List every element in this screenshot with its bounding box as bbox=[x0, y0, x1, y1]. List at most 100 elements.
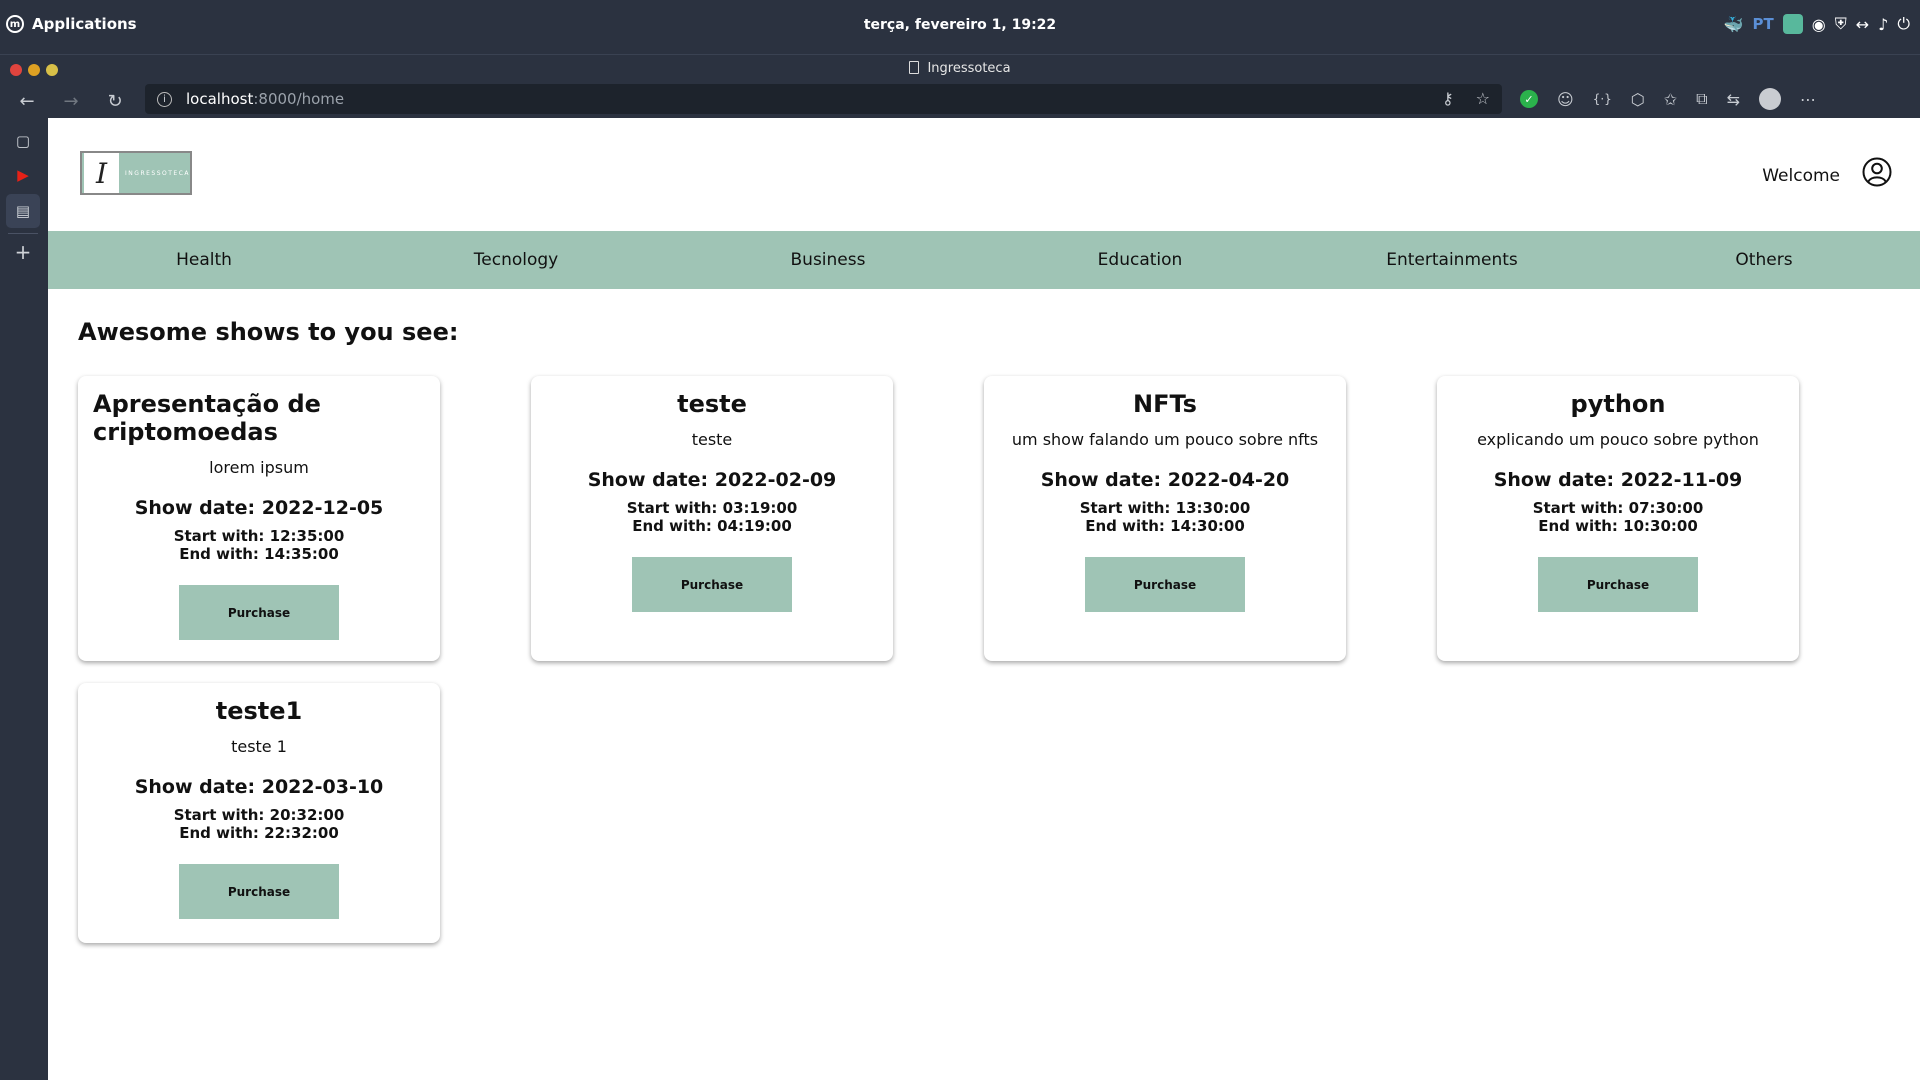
category-tecnology[interactable]: Tecnology bbox=[360, 231, 672, 289]
show-card: NFTs um show falando um pouco sobre nfts… bbox=[984, 376, 1346, 661]
add-favorite-icon[interactable]: ☆ bbox=[1476, 89, 1490, 108]
extensions-puzzle-icon[interactable]: ⬡ bbox=[1631, 90, 1645, 109]
show-times: Start with: 12:35:00 End with: 14:35:00 bbox=[78, 527, 440, 563]
show-end-time: End with: 14:35:00 bbox=[179, 545, 339, 563]
show-times: Start with: 07:30:00 End with: 10:30:00 bbox=[1437, 499, 1799, 535]
applications-label: Applications bbox=[32, 15, 137, 33]
os-clock[interactable]: terça, fevereiro 1, 19:22 bbox=[0, 17, 1920, 33]
logo-wordmark: INGRESSOTECA bbox=[125, 169, 190, 177]
back-button[interactable]: ← bbox=[14, 88, 40, 114]
purchase-button[interactable]: Purchase bbox=[179, 864, 339, 919]
vpn-shield-icon[interactable]: ⛨ bbox=[1835, 14, 1847, 34]
power-icon[interactable]: ⏻ bbox=[1897, 14, 1910, 34]
show-title: NFTs bbox=[1133, 390, 1197, 418]
category-business[interactable]: Business bbox=[672, 231, 984, 289]
extension-face-icon[interactable]: ☺ bbox=[1557, 90, 1574, 109]
browser-sidebar: ▢ ▶ ▤ + bbox=[0, 118, 48, 1080]
show-times: Start with: 13:30:00 End with: 14:30:00 bbox=[984, 499, 1346, 535]
page-viewport: I INGRESSOTECA Welcome Health Tecnology … bbox=[48, 118, 1920, 1080]
show-title: python bbox=[1570, 390, 1666, 418]
show-end-time: End with: 04:19:00 bbox=[632, 517, 792, 535]
show-start-time: Start with: 12:35:00 bbox=[173, 527, 345, 545]
add-sidebar-icon[interactable]: + bbox=[12, 240, 34, 264]
extension-toolbar: ✓ ☺ {·} ⬡ ✩ ⧉ ⇆ ⋯ bbox=[1520, 88, 1816, 110]
extension-brackets-icon[interactable]: {·} bbox=[1593, 92, 1612, 106]
youtube-icon[interactable]: ▶ bbox=[12, 164, 34, 186]
purchase-button[interactable]: Purchase bbox=[1085, 557, 1245, 612]
user-account-icon[interactable] bbox=[1862, 157, 1892, 187]
show-date: Show date: 2022-03-10 bbox=[134, 776, 384, 798]
applications-menu[interactable]: m Applications bbox=[6, 15, 137, 33]
show-card: Apresentação de criptomoedas lorem ipsum… bbox=[78, 376, 440, 661]
show-date: Show date: 2022-11-09 bbox=[1493, 469, 1743, 491]
section-title: Awesome shows to you see: bbox=[78, 318, 459, 346]
category-entertainments[interactable]: Entertainments bbox=[1296, 231, 1608, 289]
url-path: :8000/home bbox=[253, 90, 345, 108]
show-card: python explicando um pouco sobre python … bbox=[1437, 376, 1799, 661]
show-start-time: Start with: 03:19:00 bbox=[626, 499, 798, 517]
profile-avatar[interactable] bbox=[1759, 88, 1781, 110]
show-start-time: Start with: 13:30:00 bbox=[1079, 499, 1251, 517]
show-description: explicando um pouco sobre python bbox=[1477, 430, 1759, 449]
show-description: teste 1 bbox=[231, 737, 287, 756]
site-header: I INGRESSOTECA Welcome bbox=[48, 118, 1920, 230]
category-education[interactable]: Education bbox=[984, 231, 1296, 289]
site-info-icon[interactable]: i bbox=[157, 91, 172, 107]
reload-button[interactable]: ↻ bbox=[102, 88, 128, 114]
welcome-text: Welcome bbox=[1762, 166, 1840, 186]
show-title: teste1 bbox=[215, 697, 303, 725]
os-logo-icon: m bbox=[6, 15, 24, 33]
music-icon[interactable]: ♪ bbox=[1878, 15, 1888, 34]
show-description: um show falando um pouco sobre nfts bbox=[1011, 430, 1319, 449]
show-end-time: End with: 22:32:00 bbox=[179, 824, 339, 842]
discord-icon[interactable]: ◉ bbox=[1812, 15, 1826, 34]
forward-button[interactable]: → bbox=[58, 88, 84, 114]
keyboard-layout-indicator[interactable]: PT bbox=[1753, 15, 1774, 33]
show-start-time: Start with: 20:32:00 bbox=[173, 806, 345, 824]
favorites-icon[interactable]: ✩ bbox=[1664, 90, 1677, 109]
purchase-button[interactable]: Purchase bbox=[632, 557, 792, 612]
tab-title: Ingressoteca bbox=[927, 61, 1011, 76]
category-others[interactable]: Others bbox=[1608, 231, 1920, 289]
site-logo[interactable]: I INGRESSOTECA bbox=[80, 151, 192, 195]
show-times: Start with: 03:19:00 End with: 04:19:00 bbox=[531, 499, 893, 535]
show-title: teste bbox=[677, 390, 747, 418]
show-end-time: End with: 14:30:00 bbox=[1085, 517, 1245, 535]
key-icon[interactable]: ⚷ bbox=[1442, 89, 1454, 108]
browser-toolbar: ← → ↻ i localhost:8000/home ⚷ ☆ ✓ ☺ {·} … bbox=[0, 84, 1920, 118]
browser-tab-strip: Ingressoteca bbox=[0, 54, 1920, 84]
docker-icon[interactable]: 🐳 bbox=[1724, 15, 1744, 34]
sidebar-divider bbox=[8, 233, 38, 234]
show-date: Show date: 2022-02-09 bbox=[587, 469, 837, 491]
page-document-icon bbox=[909, 61, 920, 74]
purchase-button[interactable]: Purchase bbox=[179, 585, 339, 640]
show-title: Apresentação de criptomoedas bbox=[93, 390, 321, 446]
show-start-time: Start with: 07:30:00 bbox=[1532, 499, 1704, 517]
security-check-extension-icon[interactable]: ✓ bbox=[1520, 90, 1538, 108]
collections-icon[interactable]: ⧉ bbox=[1696, 89, 1707, 109]
show-date: Show date: 2022-04-20 bbox=[1040, 469, 1290, 491]
show-description: lorem ipsum bbox=[209, 458, 309, 477]
show-end-time: End with: 10:30:00 bbox=[1538, 517, 1698, 535]
address-bar-actions: ⚷ ☆ bbox=[1442, 89, 1490, 108]
show-date: Show date: 2022-12-05 bbox=[134, 497, 384, 519]
show-times: Start with: 20:32:00 End with: 22:32:00 bbox=[78, 806, 440, 842]
document-icon[interactable]: ▤ bbox=[12, 200, 34, 222]
system-tray: 🐳 PT ◉ ⛨ ↔ ♪ ⏻ bbox=[1724, 14, 1910, 34]
show-card: teste1 teste 1 Show date: 2022-03-10 Sta… bbox=[78, 683, 440, 943]
category-health[interactable]: Health bbox=[48, 231, 360, 289]
os-top-bar: m Applications terça, fevereiro 1, 19:22… bbox=[0, 0, 1920, 54]
show-card: teste teste Show date: 2022-02-09 Start … bbox=[531, 376, 893, 661]
app-indicator-icon[interactable] bbox=[1782, 14, 1803, 34]
more-menu-icon[interactable]: ⋯ bbox=[1800, 90, 1816, 109]
address-bar[interactable]: i localhost:8000/home ⚷ ☆ bbox=[145, 84, 1502, 114]
logo-mark-icon: I bbox=[84, 153, 120, 193]
share-icon[interactable]: ⇆ bbox=[1727, 90, 1740, 109]
category-nav: Health Tecnology Business Education Ente… bbox=[48, 231, 1920, 289]
active-tab[interactable]: Ingressoteca bbox=[0, 61, 1920, 76]
show-description: teste bbox=[691, 430, 733, 449]
url-host: localhost bbox=[186, 90, 254, 108]
network-icon[interactable]: ↔ bbox=[1856, 15, 1869, 34]
tabs-panel-icon[interactable]: ▢ bbox=[12, 130, 34, 152]
purchase-button[interactable]: Purchase bbox=[1538, 557, 1698, 612]
